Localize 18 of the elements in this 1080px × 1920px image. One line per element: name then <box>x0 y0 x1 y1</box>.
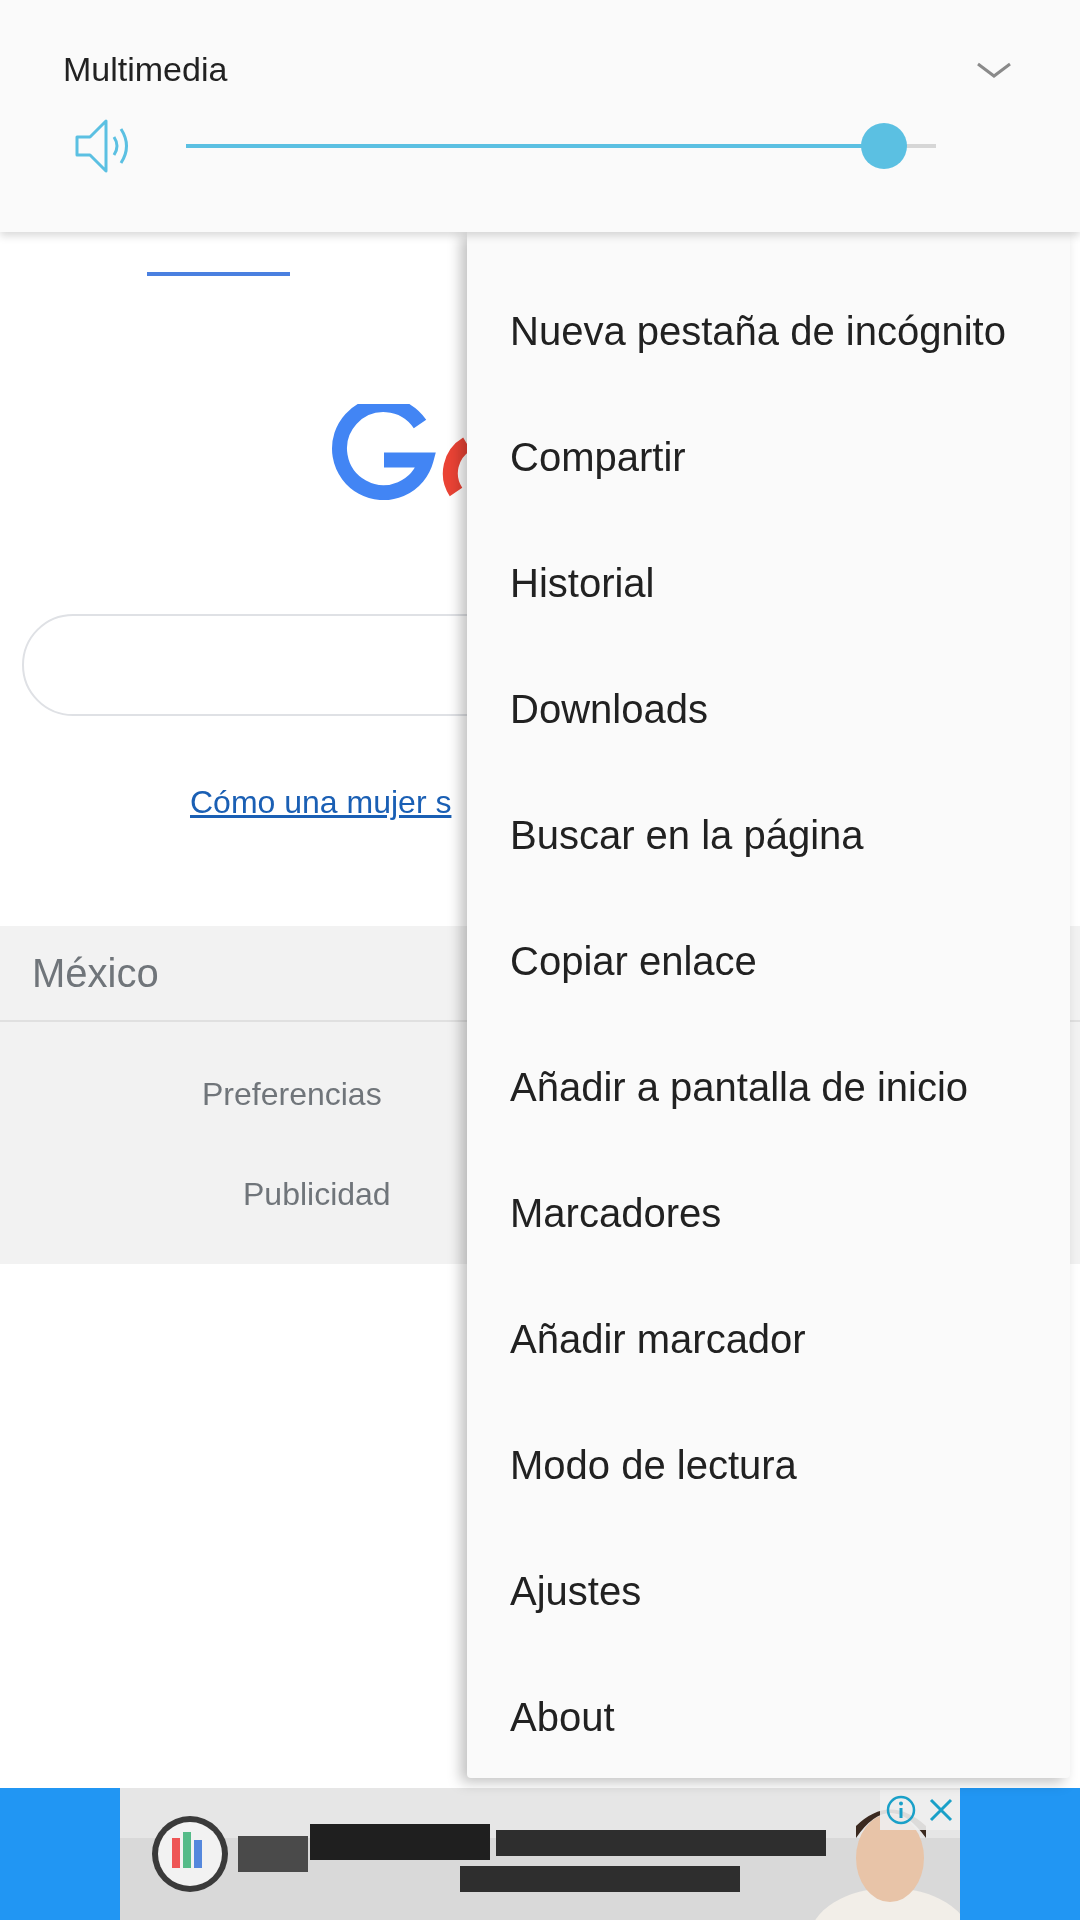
close-icon[interactable] <box>928 1797 954 1823</box>
menu-item[interactable]: Modo de lectura <box>467 1402 1070 1528</box>
menu-item[interactable]: Buscar en la página <box>467 772 1070 898</box>
panel-title: Multimedia <box>63 49 228 90</box>
country-label: México <box>32 950 159 997</box>
menu-item[interactable]: Añadir a pantalla de inicio <box>467 1024 1070 1150</box>
slider-thumb[interactable] <box>860 123 907 169</box>
info-icon[interactable] <box>886 1795 916 1825</box>
menu-item[interactable]: About <box>467 1654 1070 1780</box>
menu-item[interactable]: Nueva pestaña de incógnito <box>467 268 1070 394</box>
menu-item[interactable]: Copiar enlace <box>467 898 1070 1024</box>
menu-item[interactable]: Compartir <box>467 394 1070 520</box>
menu-item[interactable]: Añadir marcador <box>467 1276 1070 1402</box>
menu-item[interactable]: Marcadores <box>467 1150 1070 1276</box>
menu-item[interactable]: Ajustes <box>467 1528 1070 1654</box>
volume-slider[interactable] <box>186 123 936 169</box>
menu-item[interactable]: Historial <box>467 520 1070 646</box>
menu-item[interactable]: Downloads <box>467 646 1070 772</box>
